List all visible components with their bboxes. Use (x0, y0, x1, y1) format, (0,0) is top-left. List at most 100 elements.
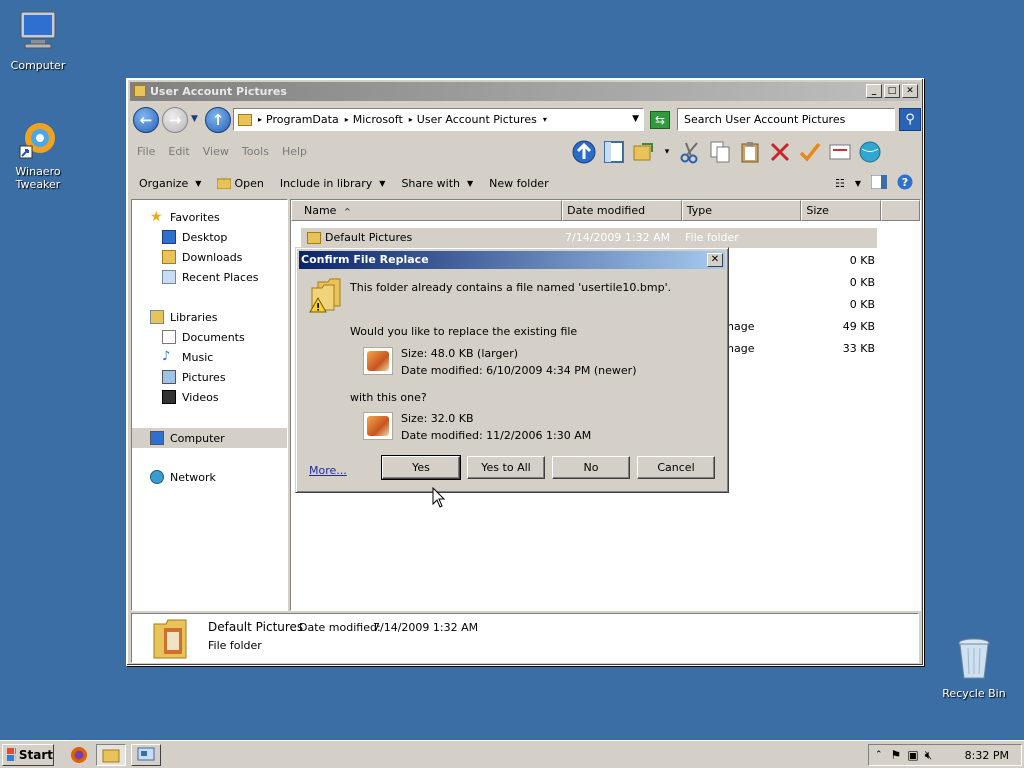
forward-button[interactable]: → (162, 107, 188, 133)
no-button[interactable]: No (552, 456, 630, 479)
maximize-button[interactable]: □ (884, 84, 900, 98)
address-bar[interactable]: ▸ ProgramData ▸ Microsoft ▸ User Account… (233, 108, 644, 131)
column-header-name[interactable]: Name ^ (291, 200, 563, 221)
nav-network[interactable]: Network (150, 470, 216, 484)
computer-icon (20, 11, 56, 49)
chevron-down-icon[interactable]: ▼ (855, 179, 861, 188)
breadcrumb-user-account-pictures[interactable]: User Account Pictures (417, 113, 537, 126)
dialog-titlebar[interactable]: Confirm File Replace ✕ (299, 251, 725, 269)
back-button[interactable]: ← (133, 107, 159, 133)
up-button[interactable]: ↑ (205, 107, 231, 133)
include-in-library-label: Include in library (279, 176, 373, 190)
window-titlebar[interactable]: User Account Pictures _ □ ✕ (130, 82, 920, 101)
navigation-bar: ← → ▼ ↑ ▸ ProgramData ▸ Microsoft ▸ User… (131, 105, 921, 133)
chevron-down-icon[interactable]: ▾ (662, 140, 672, 164)
change-view-icon[interactable]: ☷ (835, 177, 845, 190)
nav-recent-places[interactable]: Recent Places (162, 270, 259, 284)
nav-music[interactable]: ♪ Music (162, 350, 213, 364)
taskbar-app[interactable] (131, 744, 161, 766)
close-button[interactable]: ✕ (902, 84, 918, 98)
refresh-button[interactable]: ⇆ (650, 111, 670, 129)
desktop-icon-recycle-bin[interactable]: Recycle Bin (936, 636, 1012, 700)
svg-text:?: ? (902, 176, 908, 189)
dialog-close-button[interactable]: ✕ (707, 253, 723, 267)
column-header-size[interactable]: Size (801, 200, 882, 221)
search-button[interactable]: ⚲ (899, 108, 921, 131)
clock[interactable]: 8:32 PM (965, 749, 1009, 762)
menu-edit[interactable]: Edit (168, 145, 196, 158)
globe-icon[interactable] (858, 140, 882, 164)
chevron-right-icon[interactable]: ▸ (258, 115, 262, 124)
file-type: File folder (685, 231, 739, 244)
include-in-library-button[interactable]: Include in library ▼ (272, 177, 394, 190)
details-date-label: Date modified: (299, 621, 381, 634)
taskbar-firefox[interactable] (64, 744, 94, 766)
file-date: 7/14/2009 1:32 AM (565, 231, 671, 244)
cut-icon[interactable] (678, 140, 702, 164)
nav-pictures[interactable]: Pictures (162, 370, 226, 384)
more-link[interactable]: More... (309, 464, 347, 477)
checkmark-icon[interactable] (798, 140, 822, 164)
nav-favorites[interactable]: ★ Favorites (150, 210, 220, 224)
network-tray-icon[interactable]: ▣ (907, 748, 918, 762)
recent-pages-dropdown[interactable]: ▼ (191, 114, 198, 124)
chevron-up-icon[interactable]: ⌃ (875, 750, 883, 760)
nav-downloads[interactable]: Downloads (162, 250, 242, 264)
column-header-type[interactable]: Type (681, 200, 802, 221)
nav-desktop[interactable]: Desktop (162, 230, 227, 244)
nav-documents[interactable]: Documents (162, 330, 245, 344)
breadcrumb-microsoft[interactable]: Microsoft (353, 113, 403, 126)
address-history-dropdown[interactable]: ▼ (632, 114, 639, 124)
start-button[interactable]: Start (2, 744, 54, 766)
menu-tools[interactable]: Tools (242, 145, 276, 158)
preview-pane-icon[interactable] (602, 140, 626, 164)
desktop-icon-computer[interactable]: Computer (0, 10, 76, 72)
share-with-button[interactable]: Share with ▼ (393, 177, 481, 190)
confirm-file-replace-dialog: Confirm File Replace ✕ This folder alrea… (295, 247, 729, 493)
nav-videos[interactable]: Videos (162, 390, 219, 404)
chevron-right-icon[interactable]: ▸ (409, 115, 413, 124)
nav-computer[interactable]: Computer (132, 428, 287, 448)
file-type: nage (727, 342, 755, 355)
nav-pictures-label: Pictures (182, 370, 226, 384)
paste-icon[interactable] (738, 140, 762, 164)
action-center-flag-icon[interactable]: ⚑ (891, 748, 902, 762)
computer-icon (150, 431, 164, 445)
up-folder-icon[interactable] (572, 140, 596, 164)
cancel-button[interactable]: Cancel (637, 456, 715, 479)
taskbar-explorer[interactable] (96, 744, 126, 766)
open-button[interactable]: Open (209, 177, 271, 190)
mouse-cursor-icon (432, 487, 446, 508)
yes-to-all-button[interactable]: Yes to All (467, 456, 545, 479)
desktop-icon-winaero-tweaker[interactable]: Winaero Tweaker (0, 120, 76, 191)
new-file-size: Size: 32.0 KB (401, 412, 474, 425)
copy-icon[interactable] (708, 140, 732, 164)
column-size-label: Size (806, 204, 829, 217)
yes-button[interactable]: Yes (381, 455, 461, 480)
nav-desktop-label: Desktop (182, 230, 228, 244)
menu-view[interactable]: View (203, 145, 236, 158)
properties-icon[interactable] (828, 140, 852, 164)
nav-libraries-label: Libraries (170, 310, 218, 324)
organize-button[interactable]: Organize ▼ (131, 177, 209, 190)
nav-favorites-label: Favorites (170, 210, 220, 224)
menu-file[interactable]: File (137, 145, 162, 158)
chevron-down-icon[interactable]: ▾ (543, 115, 547, 124)
breadcrumb-programdata[interactable]: ProgramData (266, 113, 339, 126)
chevron-right-icon[interactable]: ▸ (345, 115, 349, 124)
dialog-title: Confirm File Replace (301, 253, 429, 266)
preview-pane-toggle-icon[interactable] (870, 174, 888, 192)
file-row[interactable]: Default Pictures 7/14/2009 1:32 AM File … (301, 228, 877, 248)
column-header-date-modified[interactable]: Date modified (562, 200, 682, 221)
minimize-button[interactable]: _ (866, 84, 882, 98)
folder-view-icon[interactable] (632, 140, 656, 164)
delete-icon[interactable] (768, 140, 792, 164)
help-icon[interactable]: ? (897, 174, 913, 193)
volume-muted-icon[interactable]: 🔇︎ (925, 748, 933, 763)
new-folder-button[interactable]: New folder (481, 177, 556, 190)
details-date-value: 7/14/2009 1:32 AM (373, 621, 479, 634)
menu-help[interactable]: Help (282, 145, 314, 158)
search-input[interactable]: Search User Account Pictures (677, 108, 895, 131)
window-title: User Account Pictures (150, 85, 287, 98)
nav-libraries[interactable]: Libraries (150, 310, 218, 324)
